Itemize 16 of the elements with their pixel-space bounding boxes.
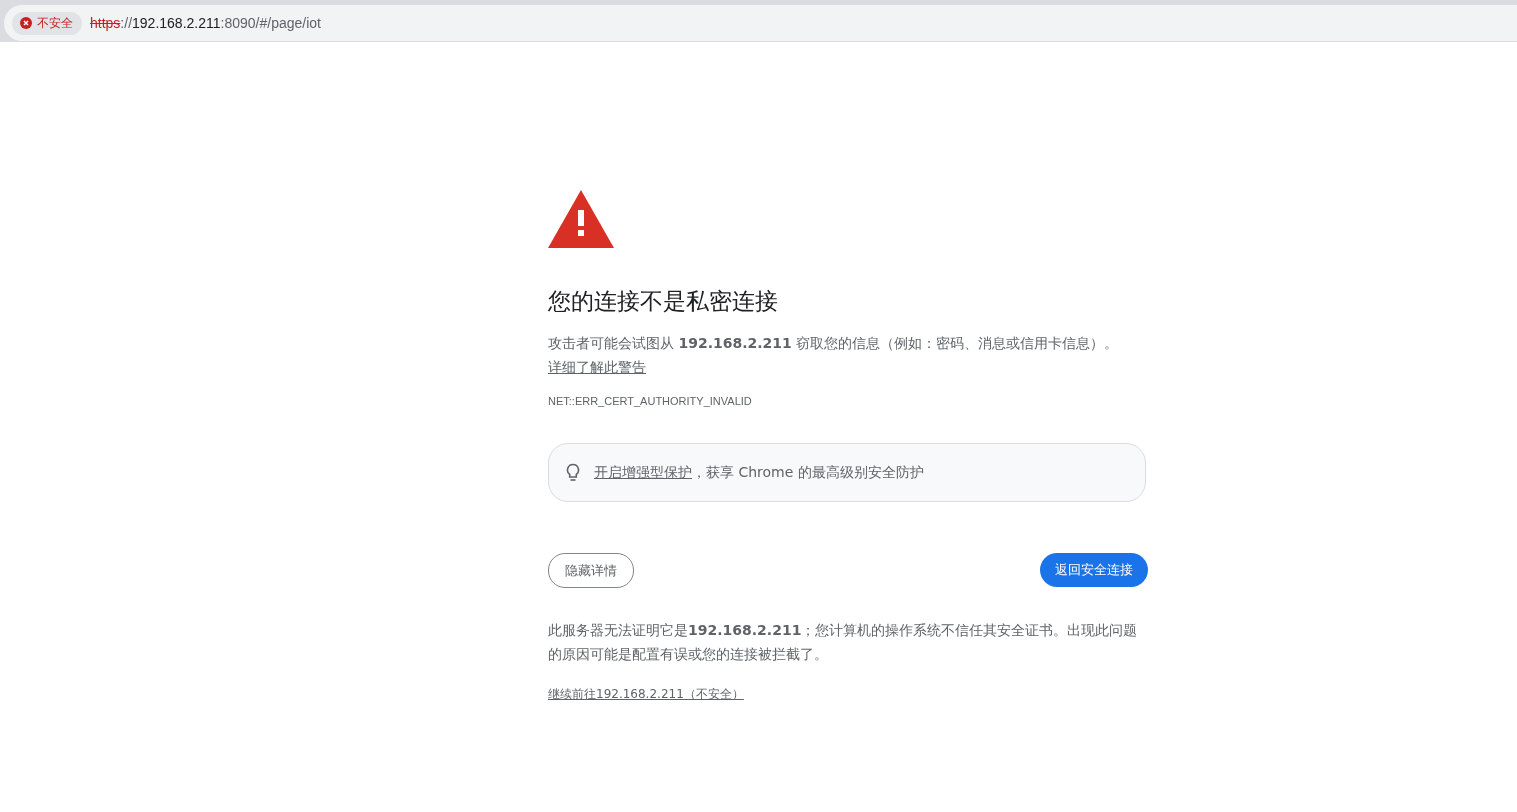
url-text[interactable]: https://192.168.2.211:8090/#/page/iot: [90, 15, 321, 31]
warning-message: 攻击者可能会试图从 192.168.2.211 窃取您的信息（例如：密码、消息或信用卡信息）。: [548, 334, 1119, 353]
lightbulb-icon: [566, 462, 580, 483]
warning-triangle-icon: [548, 190, 614, 248]
address-bar[interactable]: 不安全 https://192.168.2.211:8090/#/page/iot: [4, 5, 1517, 42]
proceed-link[interactable]: 继续前往192.168.2.211（不安全）: [548, 686, 744, 703]
error-code: NET::ERR_CERT_AUTHORITY_INVALID: [548, 395, 752, 407]
hide-details-button[interactable]: 隐藏详情: [548, 553, 634, 588]
protection-text: 开启增强型保护，获享 Chrome 的最高级别安全防护: [594, 463, 924, 482]
details-text: 此服务器无法证明它是192.168.2.211；您计算机的操作系统不信任其安全证书。出现此问题的原因可能是配置有误或您的连接被拦截了。: [548, 621, 1139, 664]
enhanced-protection-link[interactable]: 开启增强型保护: [594, 463, 692, 480]
page-heading: 您的连接不是私密连接: [548, 287, 778, 316]
error-icon: [20, 17, 32, 29]
security-chip[interactable]: 不安全: [12, 11, 82, 35]
back-to-safety-button[interactable]: 返回安全连接: [1040, 553, 1148, 587]
learn-more-link[interactable]: 详细了解此警告: [548, 355, 646, 379]
